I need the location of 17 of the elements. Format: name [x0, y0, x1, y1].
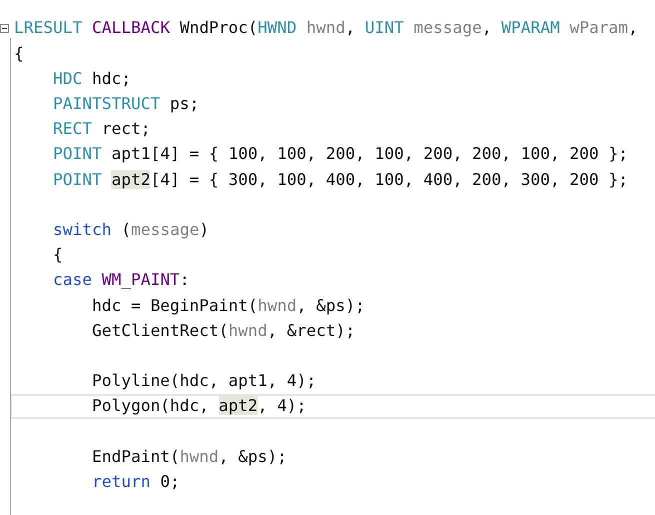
- code-line: {: [14, 46, 24, 62]
- code-line: RECT rect;: [52, 121, 150, 138]
- code-line: POINT apt1[4] = { 100, 100, 200, 100, 200, 200, 100, 200 };: [52, 146, 628, 163]
- code-line: GetClientRect(hwnd, &rect);: [90, 322, 356, 339]
- code-line: EndPaint(hwnd, &ps);: [90, 448, 287, 465]
- code-line: switch (message): [52, 222, 209, 238]
- collapse-icon[interactable]: [0, 24, 9, 34]
- code-line: return 0;: [90, 474, 180, 490]
- code-line: PAINTSTRUCT ps;: [52, 96, 200, 112]
- code-line: HDC hdc;: [52, 70, 131, 88]
- code-line: Polyline(hdc, apt1, 4);: [90, 373, 316, 390]
- code-line: Polygon(hdc, apt2, 4);: [90, 398, 306, 414]
- code-line: {: [52, 247, 63, 264]
- code-line: POINT apt2[4] = { 300, 100, 400, 100, 400, 200, 300, 200 };: [52, 172, 628, 188]
- code-line: case WM_PAINT:: [52, 272, 190, 289]
- code-line: LRESULT CALLBACK WndProc(HWND hwnd, UINT message, WPARAM wParam,: [14, 20, 638, 37]
- code-line: hdc = BeginPaint(hwnd, &ps);: [90, 298, 365, 314]
